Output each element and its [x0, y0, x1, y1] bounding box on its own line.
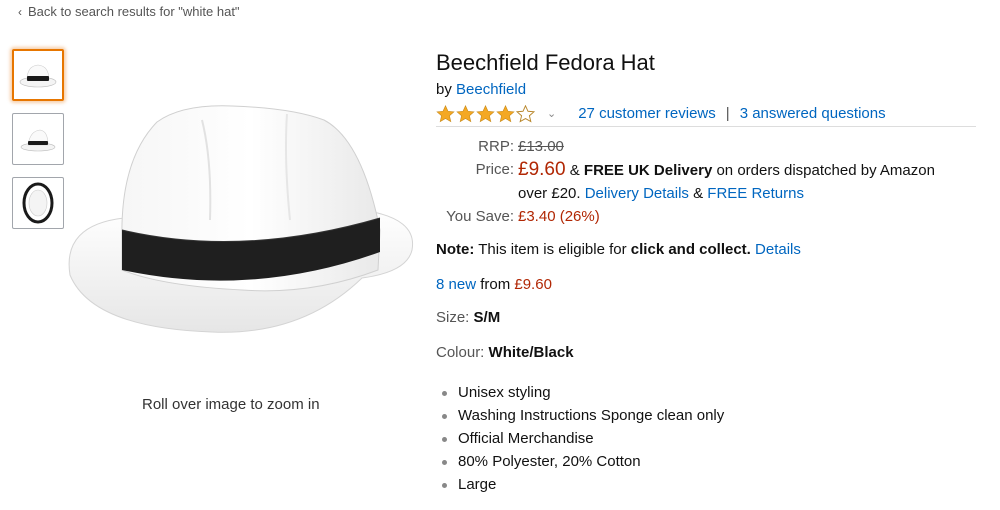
rating-row: ⌄ 27 customer reviews | 3 answered quest… — [436, 103, 976, 127]
save-value: £3.40 (26%) — [518, 208, 600, 225]
size-selector[interactable]: Size: S/M — [436, 309, 976, 326]
star-empty-icon — [516, 104, 535, 123]
back-link-text: Back to search results for "white hat" — [28, 4, 240, 19]
feature-item: Official Merchandise — [436, 427, 976, 450]
note-text: This item is eligible for — [478, 241, 627, 258]
price-block: RRP: £13.00 Price: £9.60 & FREE UK Deliv… — [436, 135, 976, 228]
star-full-icon — [436, 104, 455, 122]
customer-reviews-link[interactable]: 27 customer reviews — [578, 105, 716, 122]
free-returns-link[interactable]: FREE Returns — [707, 185, 804, 202]
note-bold: click and collect. — [630, 241, 751, 258]
size-label: Size: — [436, 309, 470, 326]
feature-item: Unisex styling — [436, 381, 976, 404]
rrp-label: RRP: — [478, 138, 514, 155]
delivery-details-link[interactable]: Delivery Details — [585, 185, 689, 202]
note-details-link[interactable]: Details — [755, 241, 801, 258]
main-product-image[interactable] — [62, 100, 420, 345]
from-price: £9.60 — [514, 276, 552, 293]
new-offers-link[interactable]: 8 new — [436, 276, 476, 293]
byline: by Beechfield — [436, 81, 976, 98]
star-full-icon — [496, 104, 515, 122]
rrp-value: £13.00 — [518, 138, 564, 155]
savings-row: You Save: £3.40 (26%) — [436, 205, 976, 228]
hat-side-thumbnail-icon — [20, 129, 56, 152]
fedora-hat-image — [68, 105, 414, 333]
new-offers: 8 new from £9.60 — [436, 276, 976, 293]
size-value: S/M — [473, 309, 501, 326]
product-info: Beechfield Fedora Hat by Beechfield ⌄ 27… — [436, 50, 976, 496]
hat-top-thumbnail-icon — [22, 182, 54, 224]
answered-questions-link[interactable]: 3 answered questions — [740, 105, 886, 122]
from-text: from — [480, 276, 511, 293]
free-delivery-text: FREE UK Delivery — [583, 162, 713, 179]
by-label: by — [436, 81, 452, 98]
delivery-text-1: on orders dispatched by Amazon — [716, 162, 935, 179]
price-value-wrap: £9.60 & FREE UK Delivery on orders dispa… — [514, 158, 976, 205]
note-label: Note: — [436, 241, 475, 258]
hat-front-thumbnail-icon — [19, 64, 57, 88]
rrp-row: RRP: £13.00 — [436, 135, 976, 158]
colour-selector[interactable]: Colour: White/Black — [436, 344, 976, 361]
back-to-search-link[interactable]: ‹ Back to search results for "white hat" — [18, 4, 240, 19]
price-value: £9.60 — [518, 159, 566, 180]
chevron-down-icon[interactable]: ⌄ — [547, 107, 556, 120]
delivery-amp: & — [569, 162, 580, 179]
thumbnail-2[interactable] — [12, 113, 64, 165]
feature-item: Washing Instructions Sponge clean only — [436, 404, 976, 427]
feature-item: 80% Polyester, 20% Cotton — [436, 450, 976, 473]
colour-value: White/Black — [488, 344, 574, 361]
thumbnail-strip — [12, 49, 64, 229]
brand-link[interactable]: Beechfield — [456, 81, 526, 98]
chevron-left-icon: ‹ — [18, 4, 22, 19]
feature-item: Large — [436, 473, 976, 496]
rrp-value-wrap: £13.00 — [514, 135, 976, 158]
save-label: You Save: — [446, 208, 514, 225]
thumbnail-1[interactable] — [12, 49, 64, 101]
separator: | — [725, 105, 730, 122]
star-full-icon — [476, 104, 495, 122]
price-row: Price: £9.60 & FREE UK Delivery on order… — [436, 158, 976, 205]
click-collect-note: Note: This item is eligible for click an… — [436, 241, 976, 258]
star-full-icon — [456, 104, 475, 122]
feature-bullets: Unisex styling Washing Instructions Spon… — [436, 381, 976, 496]
product-title: Beechfield Fedora Hat — [436, 50, 655, 75]
delivery-text-2: over £20. — [518, 185, 581, 202]
zoom-hint-text: Roll over image to zoom in — [142, 396, 320, 413]
returns-amp: & — [693, 185, 704, 202]
thumbnail-3[interactable] — [12, 177, 64, 229]
star-rating[interactable] — [436, 104, 535, 123]
price-label: Price: — [475, 161, 514, 178]
colour-label: Colour: — [436, 344, 485, 361]
